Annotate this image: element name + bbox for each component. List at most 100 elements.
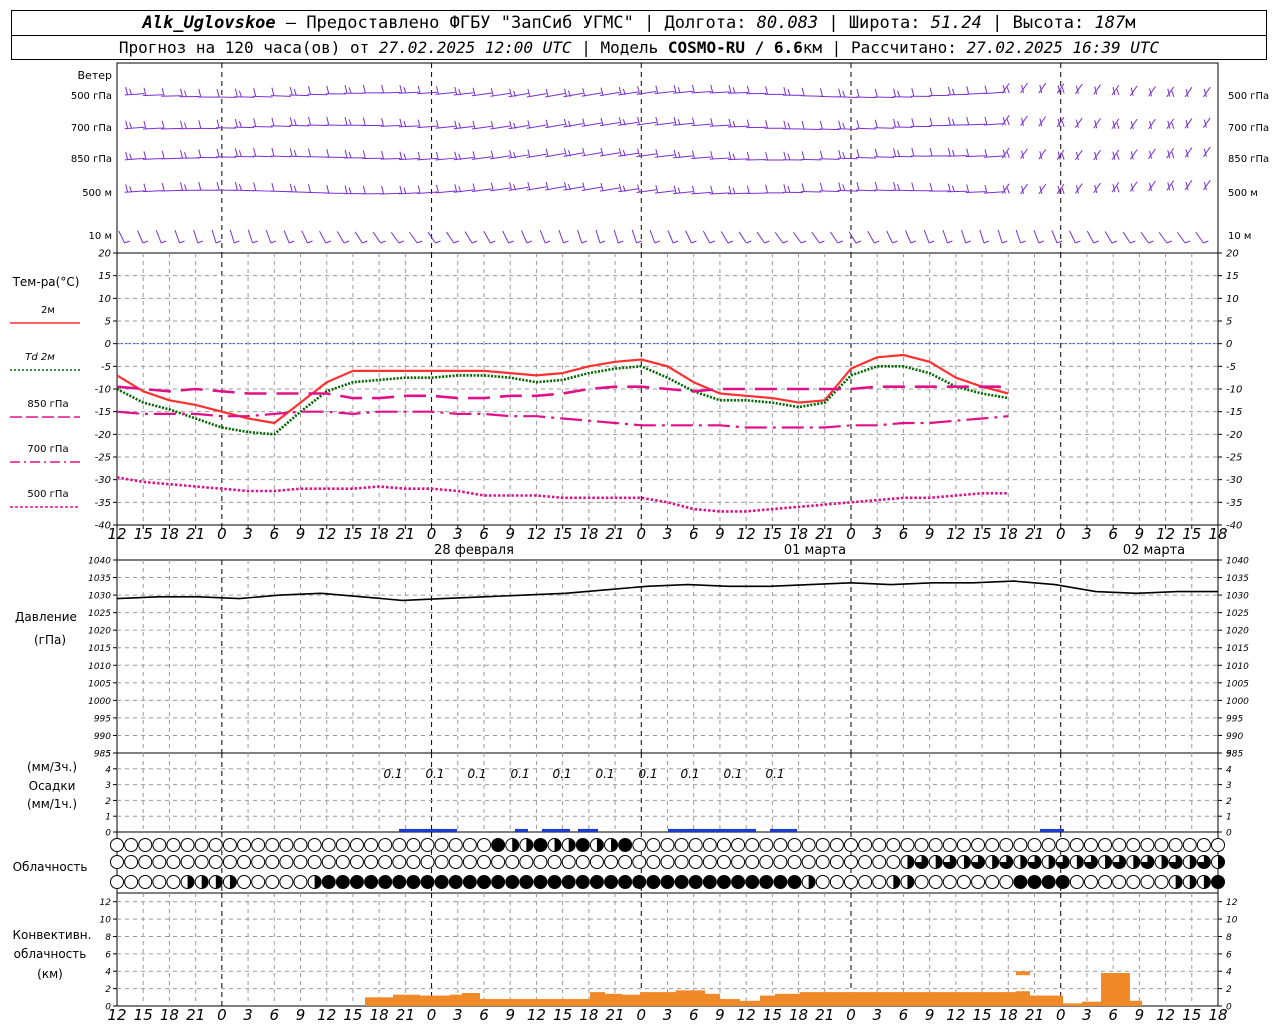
wind-barb-feather [527,149,531,158]
cloud-symbol [773,838,788,852]
precip-tick-label-right: 2 [1226,797,1232,807]
date-label: 28 февраля [434,543,514,558]
wind-barb-feather [180,182,183,191]
x-tick-label: 12 [1156,1006,1175,1024]
wind-barb [1184,179,1193,191]
precip-unit-3h: (мм/3ч.) [27,760,77,774]
x-tick-label: 18 [1208,525,1227,543]
wind-barb-feather [490,150,494,159]
x-tick-label: 6 [899,1006,909,1024]
cloud-symbol [251,875,266,889]
wind-barb-feather [215,240,222,244]
wind-barb-feather [472,151,476,160]
wind-barb-feather [838,88,842,97]
wind-barb [1140,231,1149,244]
wind-barb-feather [453,240,459,244]
wind-barb-feather [783,120,787,129]
precip-3h-label: 0.1 [383,767,402,781]
wind-barb [1129,118,1138,130]
wind-barb-feather [838,120,842,129]
wind-barb [685,230,692,244]
wind-barb-feather [892,240,898,244]
wind-barb [229,229,235,244]
cloud-symbol [688,855,703,869]
press-tick-label-left: 1020 [88,627,111,637]
wind-barb [886,230,894,244]
cloud-symbol [561,875,576,889]
cloud-symbol [745,855,760,869]
cloud-symbol [914,875,929,889]
wind-barb-feather [618,117,622,126]
wind-level-label-left: 500 м [82,188,112,199]
cloud-symbol [505,855,520,869]
wind-barb-feather [842,184,846,191]
wind-barb-feather [198,149,202,158]
wind-barb-feather [746,240,752,244]
cloud-symbol [293,838,308,852]
wind-barb [252,155,273,158]
press-tick-label-left: 1000 [88,697,111,707]
wind-barb-feather [654,240,661,244]
press-tick-label-right: 1015 [1226,644,1249,654]
wind-barb-feather [454,151,458,160]
cloud-symbol [1069,838,1084,852]
wind-barb [464,231,473,244]
wind-barb-feather [965,240,971,244]
cloud-symbol [1055,838,1070,852]
wind-barb-feather [545,119,549,128]
wind-barb-feather [787,88,791,96]
cloud-symbol [787,838,802,852]
cloud-symbol [124,875,139,889]
wind-barb-feather [563,88,567,97]
wind-level-label-left: 850 гПа [71,154,112,165]
wind-barb-feather [472,120,476,130]
wind-barb-feather [842,151,846,159]
precip-bar [515,828,528,832]
wind-barb [319,230,327,244]
wind-barb [1074,83,1083,95]
wind-barb [1202,86,1211,98]
wind-barb [118,230,126,244]
temp-tick-label-left: -5 [101,362,111,373]
legend-label: 500 гПа [27,489,68,500]
cloud-symbol [575,855,590,869]
cloud-symbol [477,875,491,889]
cloud-symbol [152,875,167,889]
precip-tick-label-left: 3 [105,781,111,791]
legend-label: 850 гПа [27,399,68,410]
x-tick-label: 9 [1135,525,1145,543]
wind-barb-feather [125,120,129,129]
wind-barb-feather [270,240,277,244]
cloud-symbol [815,855,830,869]
press-tick-label-right: 1020 [1226,627,1249,637]
cloud-symbol-half [1161,855,1169,869]
conv-tick-label-left: 4 [105,968,111,978]
temp-tick-label-right: -40 [1226,521,1242,532]
cloud-symbol [420,875,435,889]
cloud-symbol [1140,838,1155,852]
wind-barb-feather [307,240,313,244]
cloud-symbol-half [611,838,618,852]
cloud-symbol [180,855,195,869]
cloud-symbol-half [596,838,604,852]
wind-barb-feather [253,88,257,97]
wind-barb-feather [308,116,311,126]
wind-barb [1020,148,1028,159]
wind-barb [960,229,967,244]
x-tick-label: 18 [1208,1006,1227,1024]
wind-barb [270,155,291,158]
cloud-symbol [575,875,590,889]
cloud-symbols-layer [110,838,1225,889]
cloud-symbol [1013,875,1028,889]
wind-barb-feather [782,240,789,244]
x-tick-label: 9 [296,525,306,543]
x-tick-label: 21 [186,1006,205,1024]
wind-level-label-left: 700 гПа [71,123,112,134]
cloud-symbol [745,838,760,852]
wind-barb [265,229,272,244]
wind-barb-feather [252,240,258,244]
cloud-symbol [321,838,336,852]
x-tick-label: 3 [1082,525,1092,543]
cloud-symbol [237,875,252,889]
x-tick-label: 12 [317,525,336,543]
